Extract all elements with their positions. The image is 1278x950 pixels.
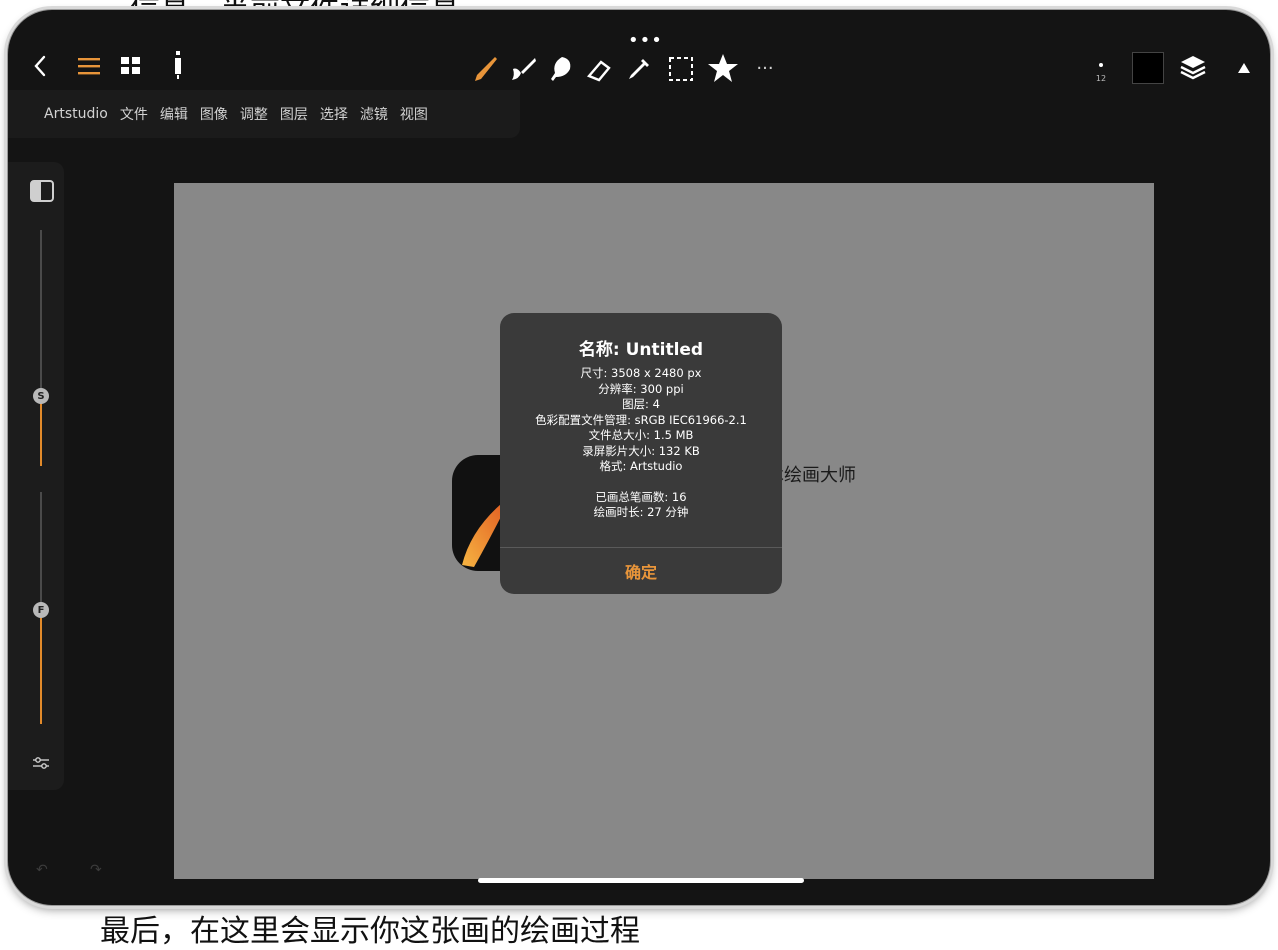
info-recording-size: 录屏影片大小: 132 KB — [582, 443, 700, 458]
menu-item-filter[interactable]: 滤镜 — [360, 104, 388, 124]
menu-item-edit[interactable]: 编辑 — [160, 104, 188, 124]
menu-item-artstudio[interactable]: Artstudio — [44, 106, 108, 122]
page-caption-bottom: 最后，在这里会显示你这张画的绘画过程 — [100, 914, 640, 949]
size-slider-fill — [40, 394, 42, 466]
brush-size-indicator[interactable]: 12 — [1088, 54, 1114, 90]
eyedropper-icon[interactable] — [624, 54, 654, 84]
info-format: 格式: Artstudio — [599, 459, 683, 473]
slider-settings-icon[interactable] — [32, 754, 50, 776]
collapse-arrow-icon[interactable] — [1234, 58, 1254, 78]
multitask-dots-icon[interactable]: ••• — [628, 30, 663, 51]
info-drawing-time: 绘画时长: 27 分钟 — [593, 505, 689, 519]
flow-slider-knob[interactable]: F — [33, 602, 49, 618]
home-indicator[interactable] — [478, 878, 804, 883]
more-icon[interactable]: ··· — [750, 58, 780, 79]
undo-icon[interactable]: ↶ — [36, 862, 48, 878]
menu-item-file[interactable]: 文件 — [120, 104, 148, 124]
menu-item-adjust[interactable]: 调整 — [240, 104, 268, 124]
confirm-button[interactable]: 确定 — [500, 548, 782, 594]
grid-icon[interactable] — [118, 54, 144, 78]
color-swatch[interactable] — [1132, 52, 1164, 84]
back-icon[interactable] — [28, 52, 52, 80]
split-view-icon[interactable] — [30, 180, 54, 206]
ipad-screen: ••• ··· 12 Artstudio 文件 编辑 图像 调整 图层 选择 滤… — [8, 10, 1270, 905]
menu-item-layers[interactable]: 图层 — [280, 104, 308, 124]
info-icon[interactable] — [170, 50, 186, 80]
left-tool-panel: S F — [8, 162, 64, 790]
layers-icon[interactable] — [1178, 52, 1208, 82]
info-resolution: 分辨率: 300 ppi — [598, 381, 684, 396]
favorite-icon[interactable] — [706, 52, 740, 84]
brush-icon[interactable] — [468, 54, 498, 84]
info-layers: 图层: 4 — [622, 397, 660, 411]
menu-bar: Artstudio 文件 编辑 图像 调整 图层 选择 滤镜 视图 — [8, 90, 520, 138]
top-toolbar: ••• ··· 12 — [8, 10, 1270, 90]
blur-icon[interactable] — [546, 54, 576, 84]
brush-size-value: 12 — [1095, 73, 1107, 83]
info-file-size: 文件总大小: 1.5 MB — [588, 428, 694, 442]
menu-item-view[interactable]: 视图 — [400, 104, 428, 124]
size-slider-knob[interactable]: S — [33, 388, 49, 404]
eraser-icon[interactable] — [584, 54, 614, 84]
menu-item-image[interactable]: 图像 — [200, 104, 228, 124]
redo-icon[interactable]: ↷ — [90, 862, 102, 878]
file-info-dialog: 名称: Untitled 尺寸: 3508 x 2480 px 分辨率: 300… — [500, 313, 782, 594]
menu-icon[interactable] — [74, 54, 104, 78]
selection-icon[interactable] — [666, 54, 696, 84]
info-color-profile: 色彩配置文件管理: sRGB IEC61966-2.1 — [535, 412, 747, 427]
menu-item-select[interactable]: 选择 — [320, 104, 348, 124]
dialog-title: 名称: Untitled — [578, 340, 704, 360]
info-stroke-count: 已画总笔画数: 16 — [595, 489, 687, 504]
flow-slider-fill — [40, 610, 42, 724]
smudge-icon[interactable] — [508, 54, 538, 84]
info-dimensions: 尺寸: 3508 x 2480 px — [580, 366, 702, 380]
